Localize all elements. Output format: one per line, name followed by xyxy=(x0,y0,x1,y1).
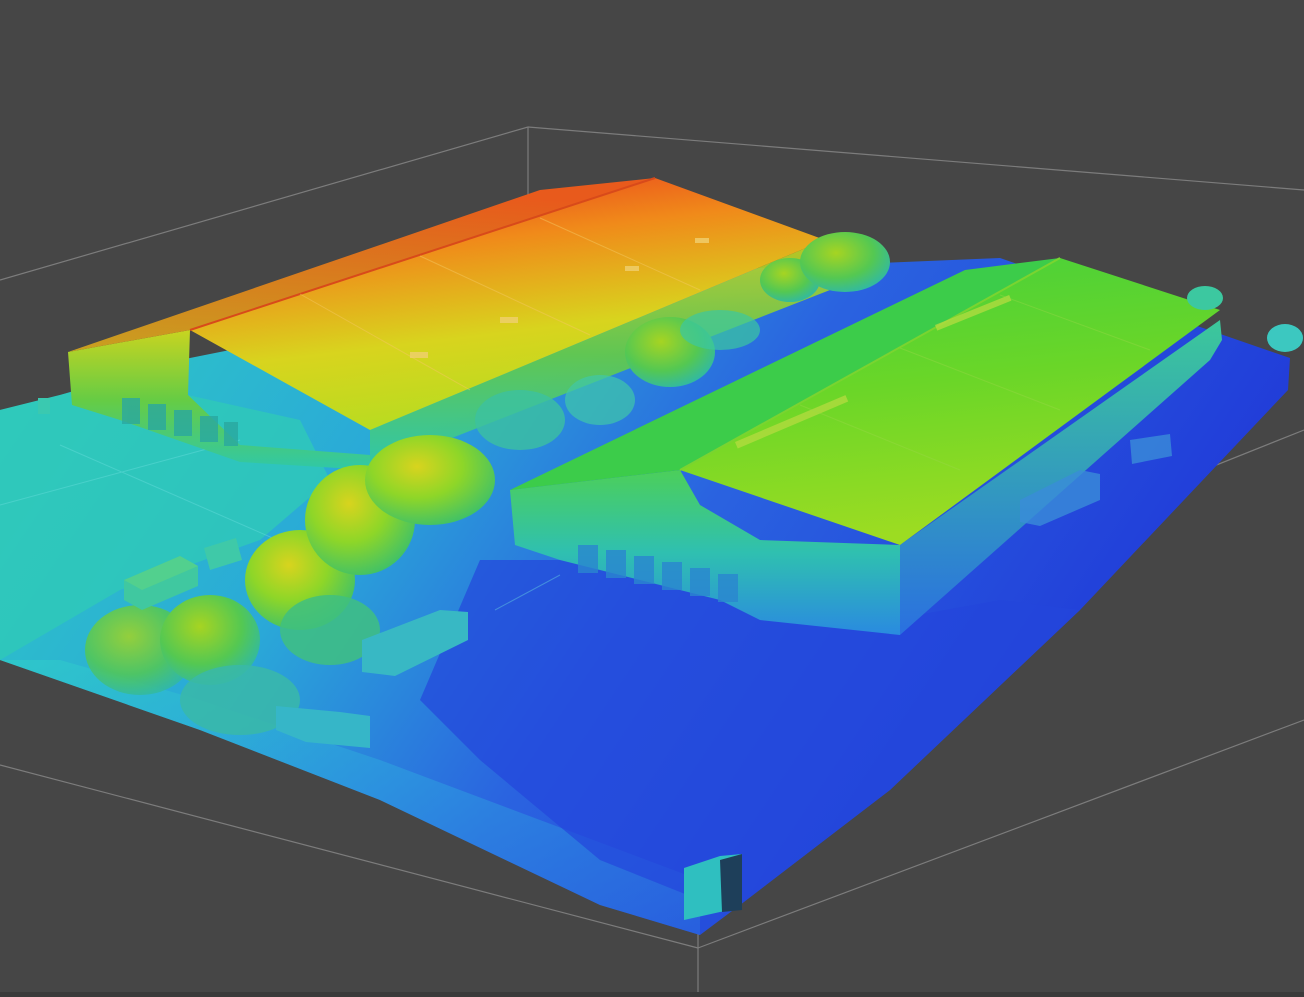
3d-viewport[interactable] xyxy=(0,0,1304,997)
scene-canvas[interactable] xyxy=(0,0,1304,997)
viewport-bottom-border xyxy=(0,992,1304,997)
